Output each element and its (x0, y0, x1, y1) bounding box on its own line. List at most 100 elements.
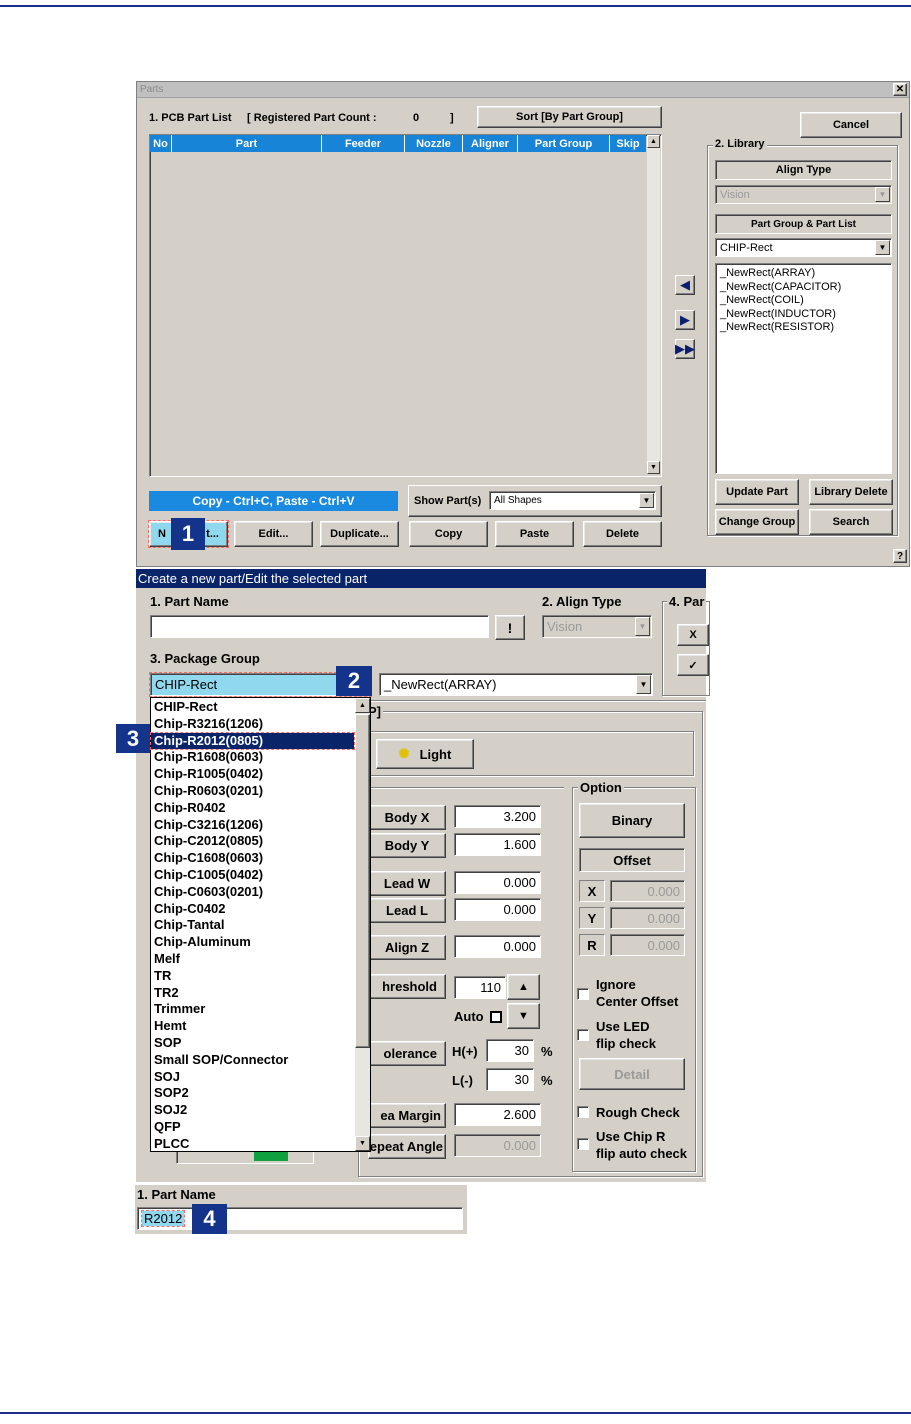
section4-cancel-button[interactable]: X (677, 624, 709, 646)
dropdown-item[interactable]: Chip-C0402 (151, 901, 354, 918)
dropdown-item[interactable]: Melf (151, 951, 354, 968)
dropdown-item[interactable]: Chip-R1005(0402) (151, 766, 354, 783)
light-button[interactable]: ✺ Light (376, 739, 474, 769)
dropdown-item[interactable]: Chip-C1005(0402) (151, 867, 354, 884)
lead-w-input[interactable]: 0.000 (454, 871, 541, 894)
dropdown-item[interactable]: SOJ (151, 1069, 354, 1086)
cancel-button[interactable]: Cancel (800, 112, 902, 138)
package-part-select[interactable]: _NewRect(ARRAY) ▼ (379, 673, 653, 696)
col-part-group[interactable]: Part Group (518, 135, 610, 152)
paste-button[interactable]: Paste (495, 521, 574, 547)
move-right-button[interactable]: ▶ (675, 310, 695, 330)
edit-button[interactable]: Edit... (234, 521, 313, 547)
scroll-down-button[interactable]: ▼ (647, 461, 660, 474)
col-nozzle[interactable]: Nozzle (405, 135, 463, 152)
library-list-item[interactable]: _NewRect(INDUCTOR) (718, 308, 889, 322)
dropdown-item[interactable]: Small SOP/Connector (151, 1052, 354, 1069)
use-led-checkbox[interactable] (577, 1029, 589, 1041)
ignore-center-checkbox[interactable] (577, 988, 589, 1000)
library-align-type-select: Vision ▼ (715, 185, 892, 204)
move-all-right-button[interactable]: ▶▶ (675, 339, 695, 359)
callout-badge-3: 3 (116, 724, 150, 753)
col-feeder[interactable]: Feeder (322, 135, 405, 152)
registered-close: ] (450, 112, 454, 124)
threshold-up-button[interactable]: ▲ (507, 974, 540, 1000)
part-name-input[interactable] (150, 615, 489, 638)
package-group-dropdown[interactable]: CHIP-Rect Chip-R3216(1206) Chip-R2012(08… (150, 697, 371, 1152)
dropdown-item[interactable]: TR (151, 968, 354, 985)
dropdown-item-selected[interactable]: Chip-R2012(0805) (150, 731, 355, 751)
threshold-input[interactable]: 110 (454, 976, 506, 999)
move-left-button[interactable]: ◀ (675, 275, 695, 295)
library-list-item[interactable]: _NewRect(ARRAY) (718, 267, 889, 281)
dropdown-scroll-down[interactable]: ▼ (355, 1136, 370, 1151)
use-chip-checkbox[interactable] (577, 1138, 589, 1150)
library-delete-button[interactable]: Library Delete (809, 479, 893, 505)
dropdown-scroll-thumb[interactable] (355, 714, 370, 1048)
option-title: Option (578, 780, 624, 795)
sort-button[interactable]: Sort [By Part Group] (477, 106, 662, 128)
dropdown-item[interactable]: Chip-C2012(0805) (151, 833, 354, 850)
dropdown-item[interactable]: Chip-Tantal (151, 917, 354, 934)
body-x-input[interactable]: 3.200 (454, 805, 541, 828)
name-panel-input[interactable]: R2012 (137, 1207, 463, 1230)
dropdown-item[interactable]: Chip-R3216(1206) (151, 716, 354, 733)
rough-check-checkbox[interactable] (577, 1106, 589, 1118)
col-aligner[interactable]: Aligner (463, 135, 518, 152)
library-list-item[interactable]: _NewRect(CAPACITOR) (718, 281, 889, 295)
dropdown-item[interactable]: SOP (151, 1035, 354, 1052)
auto-checkbox[interactable] (490, 1011, 502, 1023)
duplicate-button[interactable]: Duplicate... (320, 521, 399, 547)
scroll-up-button[interactable]: ▲ (647, 135, 660, 148)
name-check-button[interactable]: ! (495, 615, 525, 640)
dropdown-item[interactable]: SOP2 (151, 1085, 354, 1102)
dropdown-item[interactable]: TR2 (151, 985, 354, 1002)
threshold-down-button[interactable]: ▼ (507, 1003, 540, 1029)
dropdown-item[interactable]: Chip-R0603(0201) (151, 783, 354, 800)
delete-button[interactable]: Delete (583, 521, 662, 547)
dropdown-item[interactable]: Chip-C3216(1206) (151, 817, 354, 834)
section4-ok-button[interactable]: ✓ (677, 654, 709, 676)
new-part-label-start: N (158, 528, 166, 540)
library-list-item[interactable]: _NewRect(RESISTOR) (718, 321, 889, 335)
table-scrollbar[interactable]: ▲ ▼ (647, 135, 660, 474)
copy-button[interactable]: Copy (409, 521, 488, 547)
dropdown-item[interactable]: Chip-R0402 (151, 800, 354, 817)
library-list-item[interactable]: _NewRect(COIL) (718, 294, 889, 308)
area-margin-input[interactable]: 2.600 (454, 1103, 541, 1126)
library-part-list[interactable]: _NewRect(ARRAY) _NewRect(CAPACITOR) _New… (715, 263, 892, 474)
parts-title-bar: Parts ✕ (137, 82, 909, 98)
col-part[interactable]: Part (172, 135, 322, 152)
dropdown-item[interactable]: Trimmer (151, 1001, 354, 1018)
dropdown-item[interactable]: SOJ2 (151, 1102, 354, 1119)
repeat-angle-input: 0.000 (454, 1134, 541, 1157)
library-part-group-select[interactable]: CHIP-Rect ▼ (715, 238, 892, 257)
part-list-table[interactable]: No Part Feeder Nozzle Aligner Part Group… (149, 134, 662, 477)
dropdown-item[interactable]: Chip-C0603(0201) (151, 884, 354, 901)
body-y-input[interactable]: 1.600 (454, 833, 541, 856)
l-input[interactable]: 30 (486, 1068, 534, 1091)
dropdown-item[interactable]: CHIP-Rect (151, 699, 354, 716)
chevron-down-icon: ▼ (875, 187, 890, 202)
dropdown-item[interactable]: PLCC (151, 1136, 354, 1153)
dropdown-scrollbar[interactable]: ▲ ▼ (355, 698, 370, 1151)
search-button[interactable]: Search (809, 509, 893, 535)
dropdown-scroll-up[interactable]: ▲ (355, 698, 370, 713)
help-button[interactable]: ? (893, 549, 907, 563)
dropdown-item[interactable]: Chip-R1608(0603) (151, 749, 354, 766)
dropdown-item[interactable]: QFP (151, 1119, 354, 1136)
change-group-button[interactable]: Change Group (715, 509, 799, 535)
dropdown-item[interactable]: Hemt (151, 1018, 354, 1035)
show-parts-select[interactable]: All Shapes ▼ (489, 491, 656, 510)
col-skip[interactable]: Skip (610, 135, 646, 152)
binary-button[interactable]: Binary (579, 803, 685, 838)
update-part-button[interactable]: Update Part (715, 479, 799, 505)
h-input[interactable]: 30 (486, 1039, 534, 1062)
dropdown-item[interactable]: Chip-Aluminum (151, 934, 354, 951)
col-no[interactable]: No (150, 135, 172, 152)
lead-l-input[interactable]: 0.000 (454, 898, 541, 921)
arrow-up-icon: ▲ (359, 702, 366, 709)
close-button[interactable]: ✕ (893, 83, 907, 96)
align-z-input[interactable]: 0.000 (454, 935, 541, 958)
dropdown-item[interactable]: Chip-C1608(0603) (151, 850, 354, 867)
